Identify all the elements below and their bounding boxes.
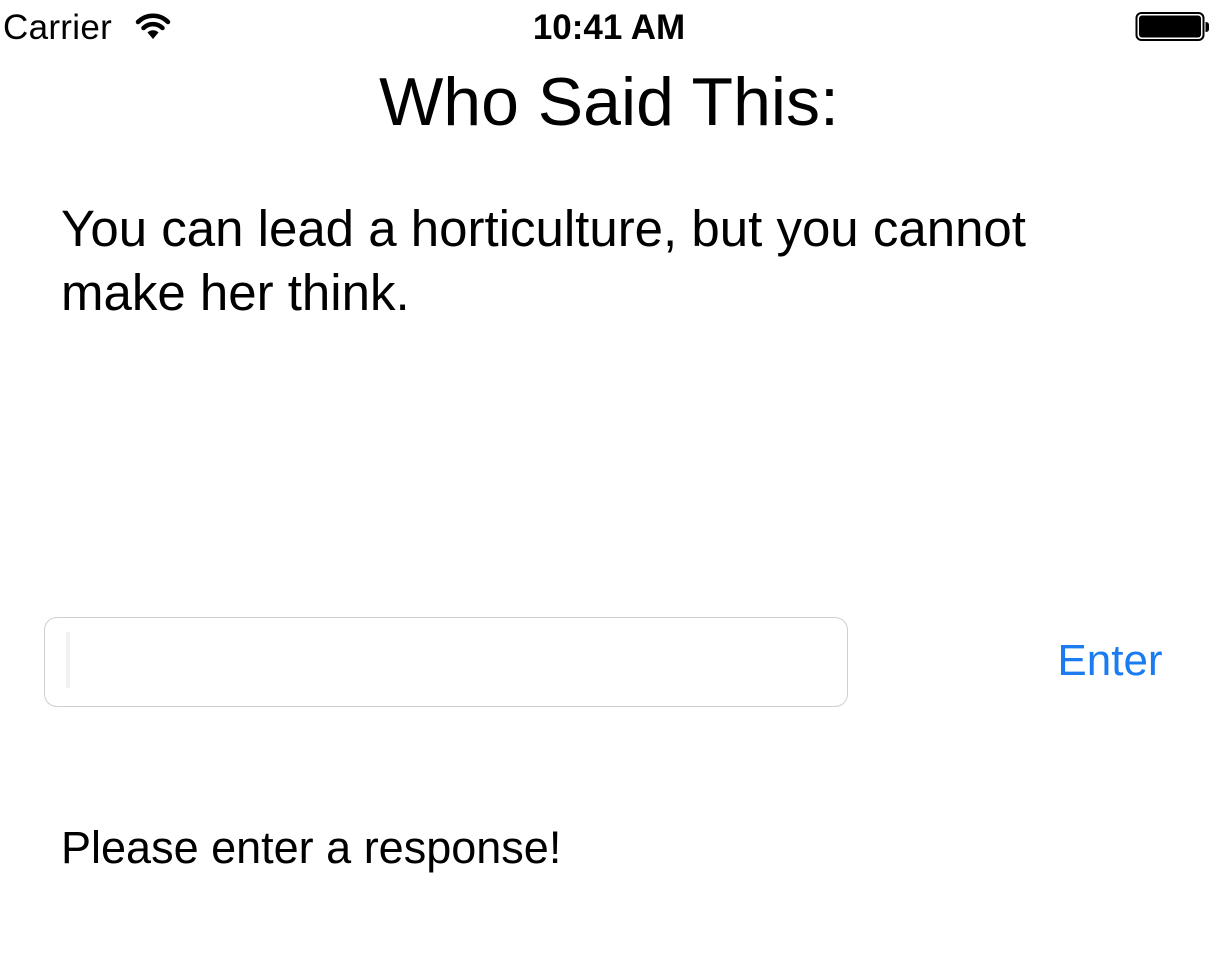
enter-button[interactable]: Enter [1040,626,1180,696]
text-cursor [66,632,70,688]
answer-input[interactable] [44,617,848,707]
status-bar: Carrier 10:41 AM [0,0,1218,56]
page-title: Who Said This: [379,64,839,140]
feedback-message: Please enter a response! [61,822,562,873]
battery-icon [1135,12,1209,41]
status-time: 10:41 AM [532,8,686,47]
quote-text: You can lead a horticulture, but you can… [61,200,1026,321]
